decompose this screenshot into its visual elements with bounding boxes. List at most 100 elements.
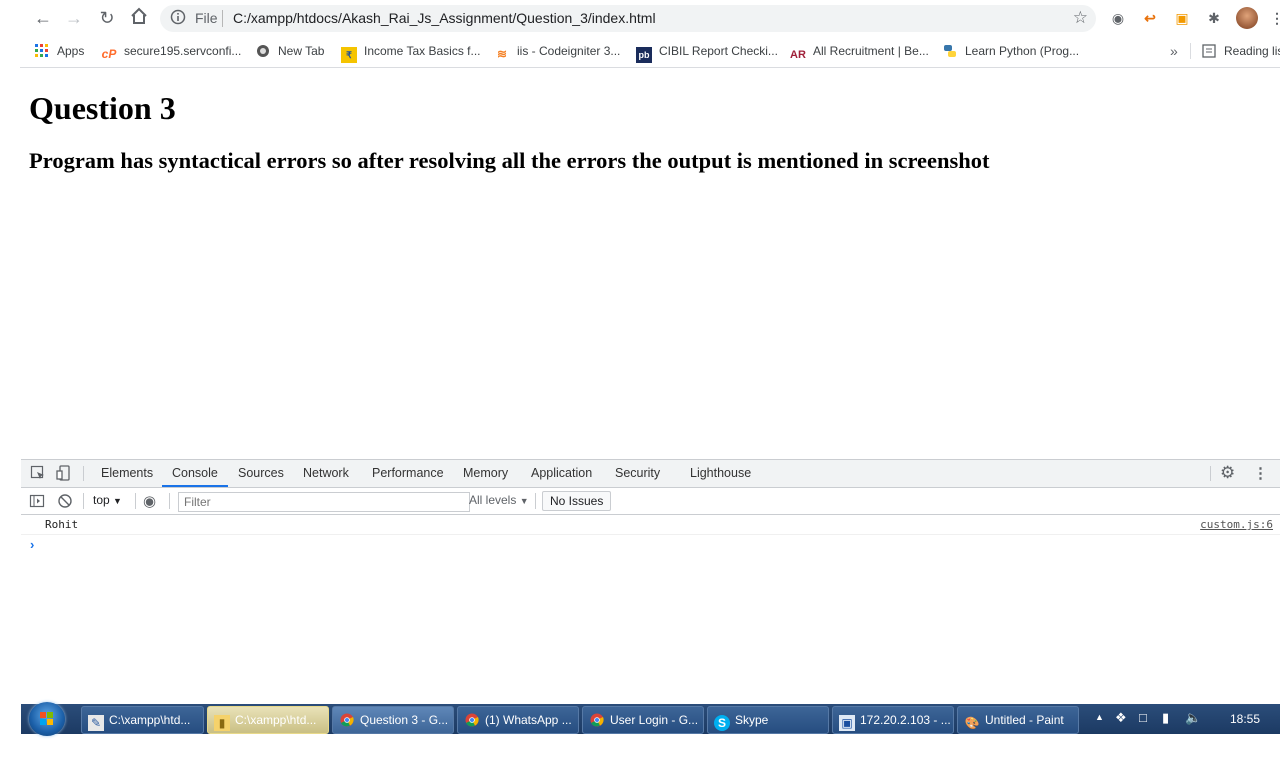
bookmark-income-tax[interactable]: ₹ Income Tax Basics f... xyxy=(341,41,481,63)
network-icon[interactable]: □ xyxy=(1139,710,1147,725)
settings-gear-icon[interactable]: ⚙ xyxy=(1220,463,1235,483)
reading-list-button[interactable]: Reading list xyxy=(1201,41,1280,61)
console-filter-input[interactable]: Filter xyxy=(178,492,470,512)
battery-icon[interactable]: ▮ xyxy=(1162,710,1169,726)
bookmark-recruitment[interactable]: AR All Recruitment | Be... xyxy=(790,41,929,61)
extensions-puzzle-icon[interactable]: ✱ xyxy=(1205,9,1223,27)
bookmark-cibil[interactable]: pb CIBIL Report Checki... xyxy=(636,41,778,63)
filterbar-divider xyxy=(135,493,136,509)
filterbar-divider xyxy=(83,493,84,509)
reading-list-icon xyxy=(1201,44,1217,60)
tab-application[interactable]: Application xyxy=(521,460,602,487)
show-hidden-icons-icon[interactable]: ▲ xyxy=(1095,712,1104,722)
tab-security[interactable]: Security xyxy=(605,460,670,487)
taskbar-item-remote-desktop[interactable]: ▣ 172.20.2.103 - ... xyxy=(832,706,954,734)
tabbar-divider xyxy=(83,466,84,481)
context-selector[interactable]: top ▼ xyxy=(93,493,122,507)
wireless-icon[interactable]: ❖ xyxy=(1115,710,1127,726)
tab-sources[interactable]: Sources xyxy=(228,460,294,487)
inspect-element-icon[interactable] xyxy=(30,465,46,481)
console-filter-bar: top ▼ ◉ Filter All levels ▼ No Issues xyxy=(21,488,1280,515)
live-expression-eye-icon[interactable]: ◉ xyxy=(143,492,156,510)
taskbar-item-label: (1) WhatsApp ... xyxy=(485,713,572,727)
back-arrow-icon[interactable]: ← xyxy=(32,7,54,29)
paint-icon: 🎨 xyxy=(964,716,980,730)
devtools-menu-icon[interactable]: ⋮ xyxy=(1253,464,1268,482)
system-tray: ▲ ❖ □ ▮ 🔈 18:55 xyxy=(1087,704,1280,734)
log-levels-dropdown[interactable]: All levels ▼ xyxy=(469,493,529,507)
bookmark-cpanel[interactable]: cP secure195.servconfi... xyxy=(101,41,242,61)
taskbar-item-explorer[interactable]: ▮ C:\xampp\htd... xyxy=(207,706,329,734)
taskbar-item-label: C:\xampp\htd... xyxy=(235,713,317,727)
sidebar-toggle-icon[interactable] xyxy=(29,493,45,509)
clear-console-icon[interactable] xyxy=(57,493,73,509)
toolbar-divider xyxy=(20,67,1280,68)
folder-icon: ▮ xyxy=(214,715,230,731)
extension-orange-icon[interactable]: ↩ xyxy=(1141,9,1159,27)
console-prompt[interactable]: › xyxy=(30,537,34,552)
new-tab-icon xyxy=(255,44,271,60)
chevron-down-icon: ▼ xyxy=(113,496,122,506)
bookmark-codeigniter[interactable]: ≋ iis - Codeigniter 3... xyxy=(494,41,620,61)
bookmark-new-tab[interactable]: New Tab xyxy=(255,41,324,61)
taskbar-item-label: C:\xampp\htd... xyxy=(109,713,191,727)
taskbar-item-skype[interactable]: S Skype xyxy=(707,706,829,734)
start-button[interactable] xyxy=(29,702,65,736)
menu-kebab-icon[interactable]: ⋮ xyxy=(1268,9,1280,27)
bookmarks-bar: Apps cP secure195.servconfi... New Tab ₹ I… xyxy=(20,37,1280,65)
tab-console[interactable]: Console xyxy=(162,460,228,487)
tab-lighthouse[interactable]: Lighthouse xyxy=(680,460,761,487)
taskbar-item-label: User Login - G... xyxy=(610,713,699,727)
levels-label: All levels xyxy=(469,493,517,507)
context-label: top xyxy=(93,493,110,507)
reload-icon[interactable]: ↻ xyxy=(96,7,118,29)
console-source-link[interactable]: custom.js:6 xyxy=(1200,518,1273,531)
cpanel-icon: cP xyxy=(101,47,117,61)
page-title: Question 3 xyxy=(29,90,176,126)
taskbar-item-notepad[interactable]: ✎ C:\xampp\htd... xyxy=(81,706,204,734)
bookmark-apps[interactable]: Apps xyxy=(34,41,84,61)
recruitment-icon: AR xyxy=(790,49,806,61)
bookmarks-overflow-button[interactable]: » xyxy=(1170,41,1178,61)
bookmark-python[interactable]: Learn Python (Prog... xyxy=(942,41,1079,61)
volume-icon[interactable]: 🔈 xyxy=(1185,710,1201,726)
apps-grid-icon xyxy=(34,44,50,60)
skype-icon: S xyxy=(714,715,730,731)
bookmark-label: secure195.servconfi... xyxy=(124,44,242,58)
taskbar-item-label: Untitled - Paint xyxy=(985,713,1064,727)
filterbar-divider xyxy=(169,493,170,509)
taskbar-item-chrome-question3[interactable]: Question 3 - G... xyxy=(332,706,454,734)
bookmark-label: Learn Python (Prog... xyxy=(965,44,1080,58)
remote-desktop-icon: ▣ xyxy=(839,715,855,731)
issues-button[interactable]: No Issues xyxy=(542,491,612,511)
page-subheading: Program has syntactical errors so after … xyxy=(29,148,990,173)
bookmark-label: All Recruitment | Be... xyxy=(813,44,929,58)
screenshot-extension-icon[interactable]: ▣ xyxy=(1173,9,1191,27)
forward-arrow-icon[interactable]: → xyxy=(63,7,85,29)
taskbar-clock[interactable]: 18:55 xyxy=(1230,712,1260,726)
taskbar-item-chrome-login[interactable]: User Login - G... xyxy=(582,706,704,734)
home-icon[interactable] xyxy=(128,7,150,29)
info-icon[interactable] xyxy=(170,9,186,25)
scheme-label: File xyxy=(195,10,218,26)
taskbar-item-label: Skype xyxy=(735,713,769,727)
url-text[interactable]: C:/xampp/htdocs/Akash_Rai_Js_Assignment/… xyxy=(233,10,656,26)
bookmarks-divider xyxy=(1190,43,1191,59)
bookmark-label: iis - Codeigniter 3... xyxy=(517,44,621,58)
tab-network[interactable]: Network xyxy=(293,460,359,487)
tab-memory[interactable]: Memory xyxy=(453,460,518,487)
taskbar-item-label: Question 3 - G... xyxy=(360,713,449,727)
tab-elements[interactable]: Elements xyxy=(91,460,163,487)
bookmark-label: New Tab xyxy=(278,44,325,58)
camera-icon[interactable]: ◉ xyxy=(1109,9,1127,27)
stackoverflow-icon: ≋ xyxy=(496,47,508,61)
taskbar-item-paint[interactable]: 🎨 Untitled - Paint xyxy=(957,706,1079,734)
address-bar[interactable]: File C:/xampp/htdocs/Akash_Rai_Js_Assign… xyxy=(160,5,1096,32)
tab-performance[interactable]: Performance xyxy=(362,460,454,487)
profile-avatar[interactable] xyxy=(1236,7,1258,29)
taskbar-item-chrome-whatsapp[interactable]: (1) WhatsApp ... xyxy=(457,706,579,734)
bookmark-star-icon[interactable]: ☆ xyxy=(1073,8,1088,28)
device-toolbar-icon[interactable] xyxy=(56,465,72,481)
console-log-row: Rohit custom.js:6 xyxy=(21,516,1280,535)
bookmark-label: CIBIL Report Checki... xyxy=(659,44,778,58)
